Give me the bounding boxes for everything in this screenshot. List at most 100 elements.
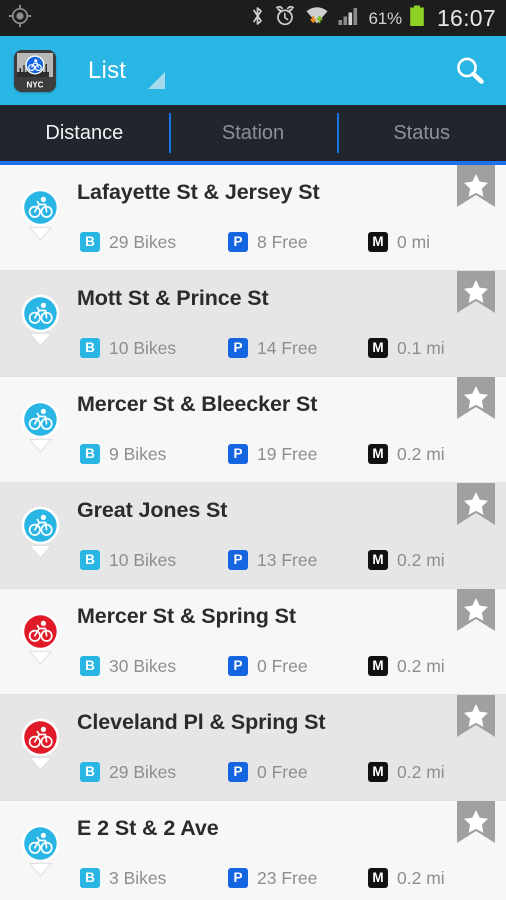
station-row[interactable]: Mott St & Prince St B 10 Bikes P 14 Free…: [0, 271, 506, 377]
favorite-ribbon-icon[interactable]: [457, 165, 495, 219]
stat-distance: M 0.2 mi: [368, 548, 445, 572]
free-docks-badge-icon: P: [228, 232, 248, 252]
distance-value: 0.2 mi: [397, 655, 445, 676]
distance-badge-icon: M: [368, 762, 388, 782]
stat-bikes: B 29 Bikes: [80, 760, 176, 784]
stat-free: P 13 Free: [228, 548, 317, 572]
station-row[interactable]: E 2 St & 2 Ave B 3 Bikes P 23 Free M 0.2…: [0, 801, 506, 900]
free-docks-badge-icon: P: [228, 868, 248, 888]
bikes-value: 29 Bikes: [109, 231, 177, 252]
bike-station-pin-icon: [18, 399, 63, 455]
bikes-badge-icon: B: [80, 550, 100, 570]
tab-bar: Distance Station Status: [0, 105, 506, 165]
free-value: 19 Free: [257, 443, 318, 464]
tab-station[interactable]: Station: [168, 105, 338, 161]
dropdown-triangle-icon[interactable]: [148, 72, 166, 89]
bike-station-pin-icon: [18, 611, 63, 667]
stat-free: P 0 Free: [228, 654, 308, 678]
bike-station-pin-icon: [18, 717, 63, 773]
battery-percent-label: 61%: [368, 8, 403, 28]
stat-distance: M 0.2 mi: [368, 866, 445, 890]
bike-station-pin-icon: [18, 823, 63, 879]
stat-free: P 23 Free: [228, 866, 317, 890]
station-stats: B 29 Bikes P 0 Free M 0.2 mi: [80, 760, 480, 784]
station-name: Cleveland Pl & Spring St: [77, 710, 326, 734]
favorite-ribbon-icon[interactable]: [457, 589, 495, 643]
bikes-value: 3 Bikes: [109, 867, 167, 888]
action-bar: NYC List: [0, 36, 506, 105]
free-value: 0 Free: [257, 655, 308, 676]
distance-value: 0.2 mi: [397, 761, 445, 782]
free-value: 0 Free: [257, 761, 308, 782]
distance-badge-icon: M: [368, 338, 388, 358]
bikes-value: 10 Bikes: [109, 337, 177, 358]
distance-value: 0 mi: [397, 231, 431, 252]
free-value: 23 Free: [257, 867, 318, 888]
favorite-ribbon-icon[interactable]: [457, 695, 495, 749]
bikes-badge-icon: B: [80, 868, 100, 888]
stat-distance: M 0 mi: [368, 230, 430, 254]
bikes-value: 29 Bikes: [109, 761, 177, 782]
free-docks-badge-icon: P: [228, 762, 248, 782]
bikes-badge-icon: B: [80, 762, 100, 782]
stat-bikes: B 10 Bikes: [80, 336, 176, 360]
station-row[interactable]: Cleveland Pl & Spring St B 29 Bikes P 0 …: [0, 695, 506, 801]
free-docks-badge-icon: P: [228, 338, 248, 358]
app-icon[interactable]: NYC: [14, 49, 56, 92]
free-value: 8 Free: [257, 231, 308, 252]
bikes-value: 9 Bikes: [109, 443, 167, 464]
stat-free: P 14 Free: [228, 336, 317, 360]
search-icon[interactable]: [448, 49, 492, 93]
status-bar: 61% 16:07: [0, 0, 506, 36]
distance-value: 0.2 mi: [397, 549, 445, 570]
clock-label: 16:07: [436, 4, 496, 31]
free-value: 14 Free: [257, 337, 318, 358]
free-docks-badge-icon: P: [228, 550, 248, 570]
station-name: Mott St & Prince St: [77, 286, 269, 310]
wifi-icon: [305, 5, 329, 32]
bikes-value: 10 Bikes: [109, 549, 177, 570]
station-stats: B 3 Bikes P 23 Free M 0.2 mi: [80, 866, 480, 890]
station-stats: B 29 Bikes P 8 Free M 0 mi: [80, 230, 480, 254]
free-docks-badge-icon: P: [228, 444, 248, 464]
tab-status[interactable]: Status: [337, 105, 506, 161]
tab-status-label: Status: [393, 121, 451, 144]
stat-bikes: B 3 Bikes: [80, 866, 166, 890]
stat-distance: M 0.2 mi: [368, 442, 445, 466]
cellular-signal-icon: [338, 6, 360, 31]
status-bar-left: [8, 4, 32, 33]
distance-badge-icon: M: [368, 232, 388, 252]
station-name: Mercer St & Spring St: [77, 604, 296, 628]
distance-value: 0.2 mi: [397, 867, 445, 888]
bikes-badge-icon: B: [80, 338, 100, 358]
favorite-ribbon-icon[interactable]: [457, 801, 495, 855]
favorite-ribbon-icon[interactable]: [457, 271, 495, 325]
favorite-ribbon-icon[interactable]: [457, 377, 495, 431]
distance-value: 0.2 mi: [397, 443, 445, 464]
favorite-ribbon-icon[interactable]: [457, 483, 495, 537]
stat-bikes: B 29 Bikes: [80, 230, 176, 254]
distance-badge-icon: M: [368, 868, 388, 888]
tab-distance-label: Distance: [45, 121, 124, 144]
station-row[interactable]: Great Jones St B 10 Bikes P 13 Free M 0.…: [0, 483, 506, 589]
station-name: Lafayette St & Jersey St: [77, 180, 320, 204]
stat-distance: M 0.1 mi: [368, 336, 445, 360]
stat-bikes: B 10 Bikes: [80, 548, 176, 572]
tab-distance[interactable]: Distance: [0, 105, 169, 165]
station-list[interactable]: Lafayette St & Jersey St B 29 Bikes P 8 …: [0, 165, 506, 900]
station-stats: B 9 Bikes P 19 Free M 0.2 mi: [80, 442, 480, 466]
stat-free: P 19 Free: [228, 442, 317, 466]
distance-badge-icon: M: [368, 444, 388, 464]
status-bar-right: 61% 16:07: [250, 5, 497, 32]
tab-station-label: Station: [221, 121, 285, 144]
station-stats: B 10 Bikes P 13 Free M 0.2 mi: [80, 548, 480, 572]
station-row[interactable]: Lafayette St & Jersey St B 29 Bikes P 8 …: [0, 165, 506, 271]
alarm-icon: [274, 5, 296, 32]
stat-free: P 0 Free: [228, 760, 308, 784]
station-row[interactable]: Mercer St & Bleecker St B 9 Bikes P 19 F…: [0, 377, 506, 483]
svg-text:NYC: NYC: [27, 80, 44, 89]
stat-bikes: B 30 Bikes: [80, 654, 176, 678]
station-name: E 2 St & 2 Ave: [77, 816, 219, 840]
stat-distance: M 0.2 mi: [368, 654, 445, 678]
station-row[interactable]: Mercer St & Spring St B 30 Bikes P 0 Fre…: [0, 589, 506, 695]
